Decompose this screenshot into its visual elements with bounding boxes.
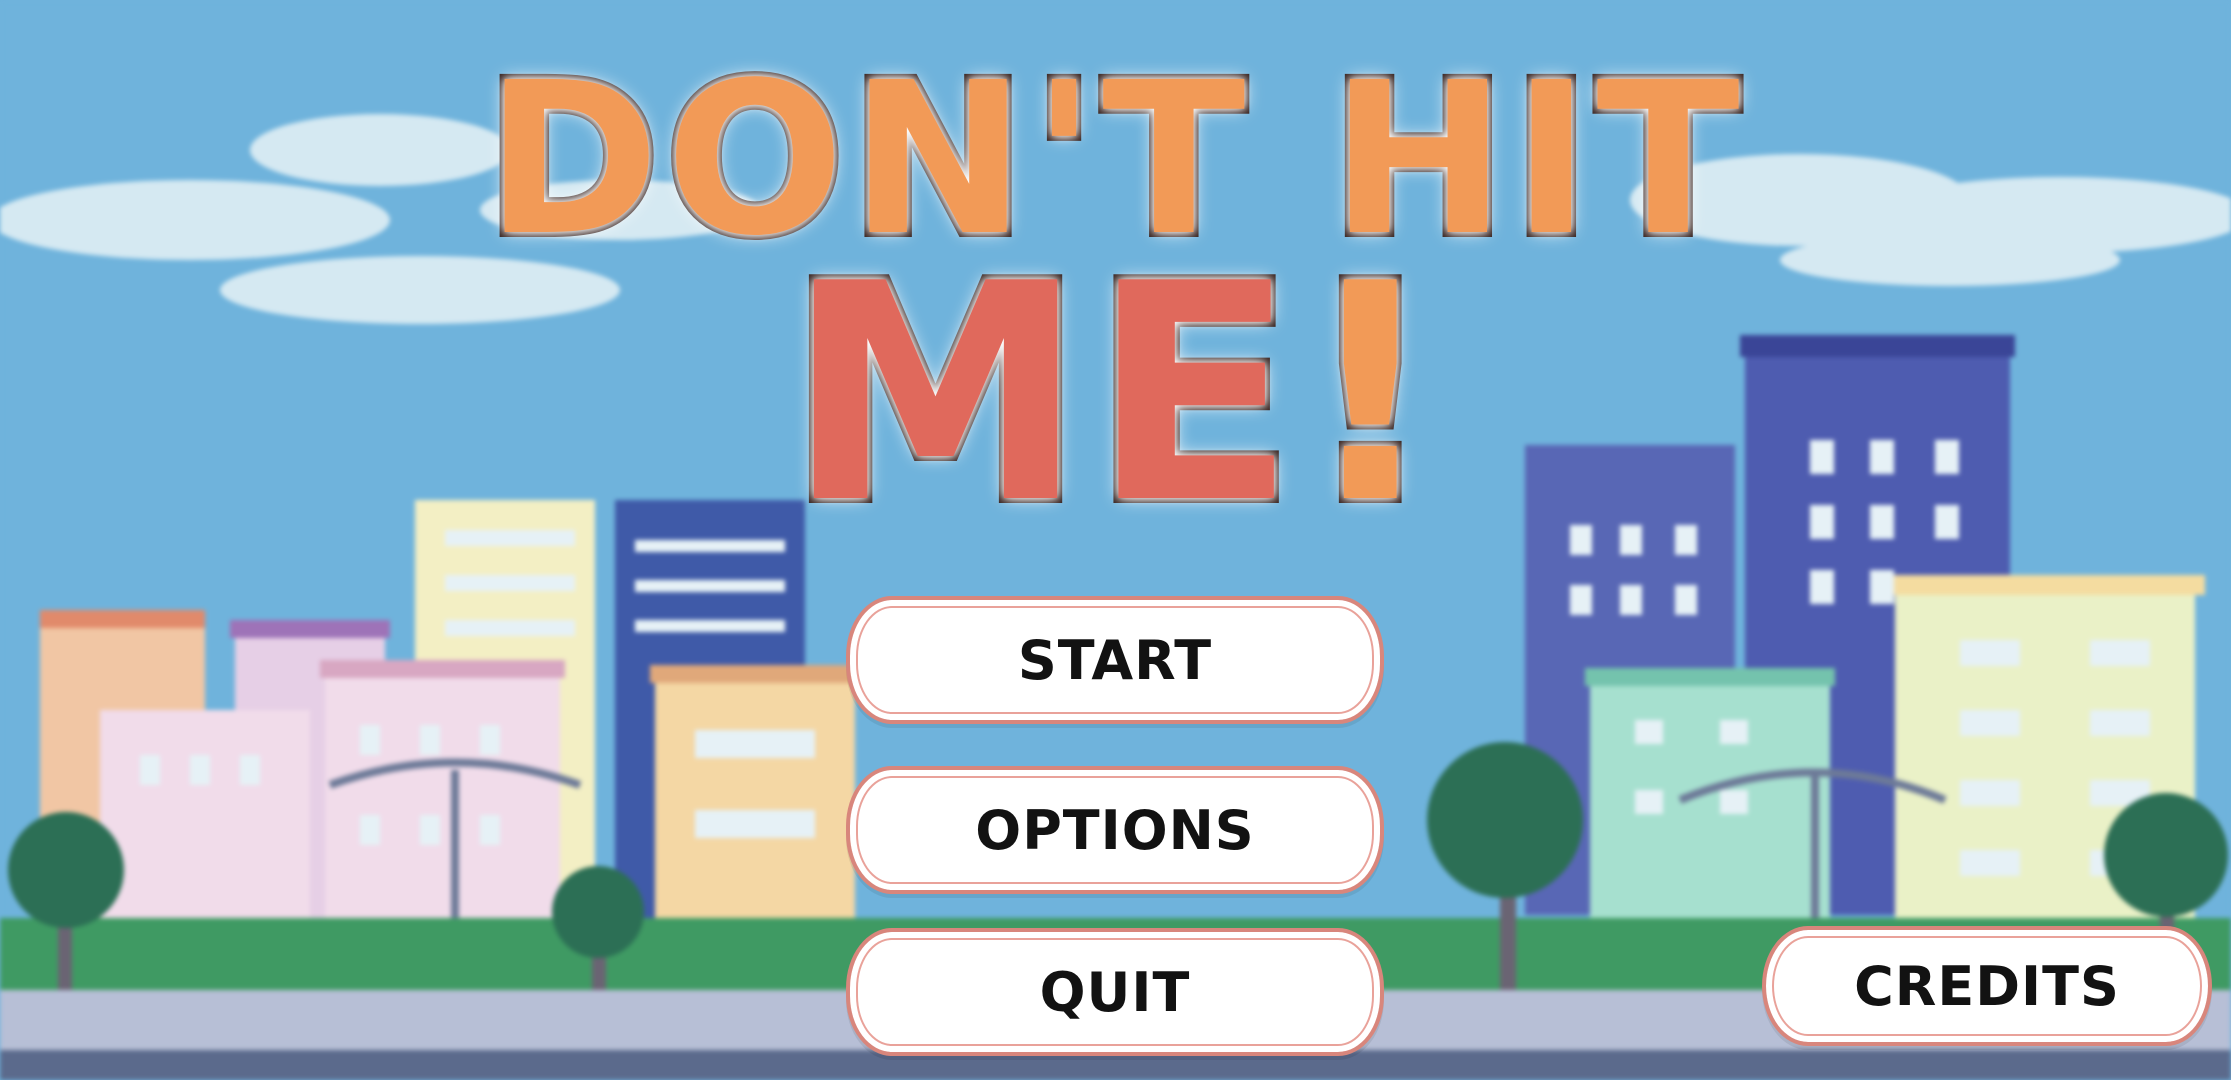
start-button[interactable]: START: [846, 596, 1384, 724]
game-menu-screen: DON'T HIT ME! START OPTIONS QUIT CREDITS: [0, 0, 2231, 1080]
options-button-label: OPTIONS: [975, 798, 1255, 862]
game-title-word: ME: [781, 220, 1302, 569]
start-button-label: START: [1017, 628, 1213, 692]
options-button[interactable]: OPTIONS: [846, 766, 1384, 894]
exclamation-mark: !: [1297, 220, 1445, 569]
credits-button[interactable]: CREDITS: [1762, 926, 2212, 1046]
credits-button-label: CREDITS: [1854, 954, 2120, 1018]
quit-button[interactable]: QUIT: [846, 928, 1384, 1056]
quit-button-label: QUIT: [1039, 960, 1191, 1024]
game-title-line2: ME!: [0, 230, 2231, 560]
